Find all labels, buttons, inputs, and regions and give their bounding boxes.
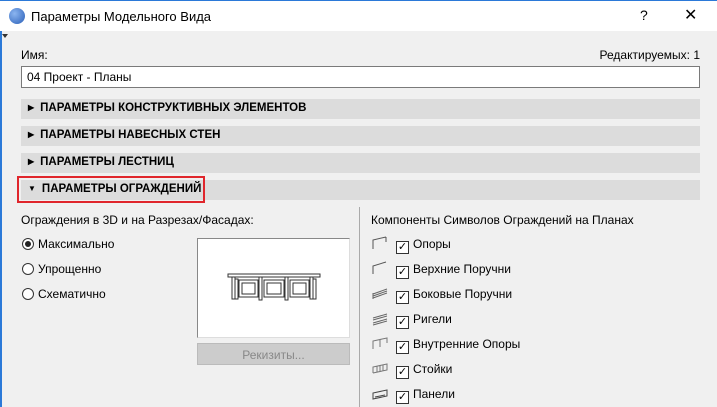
radio-label: Упрощенно [38,262,102,276]
chevron-right-icon: ▶ [28,130,35,139]
checkbox[interactable]: ✓ [396,291,409,304]
name-input[interactable]: 04 Проект - Планы [21,66,700,88]
panel-icon [372,389,388,400]
checkbox[interactable]: ✓ [396,366,409,379]
component-label: Боковые Поручни [413,287,513,301]
component-label: Верхние Поручни [413,262,511,276]
checkbox[interactable]: ✓ [396,266,409,279]
settings-button[interactable]: Рекизиты... [197,343,350,365]
section-label: ПАРАМЕТРЫ КОНСТРУКТИВНЫХ ЭЛЕМЕНТОВ [40,102,307,114]
close-button[interactable]: ✕ [684,5,697,25]
checkbox[interactable]: ✓ [396,316,409,329]
railing-preview-icon [227,273,321,301]
top-rail-icon [372,261,387,274]
collapse-triangle-icon[interactable] [2,34,8,38]
radio-simplified[interactable]: Упрощенно [22,262,101,276]
name-label: Имя: [21,48,48,62]
railings-3d-title: Ограждения в 3D и на Разрезах/Фасадах: [21,213,254,227]
component-label: Ригели [413,312,452,326]
checkbox[interactable]: ✓ [396,391,409,404]
editable-count: Редактируемых: 1 [599,48,700,62]
window-border [0,31,2,407]
title-bar: Параметры Модельного Вида ? ✕ [0,0,717,31]
component-label: Опоры [413,237,451,251]
radio-schematic[interactable]: Схематично [22,287,106,301]
inner-post-icon [372,337,388,349]
chevron-right-icon: ▶ [28,103,35,112]
component-label: Внутренние Опоры [413,337,521,351]
highlight-frame [17,176,205,203]
section-label: ПАРАМЕТРЫ ЛЕСТНИЦ [40,156,174,168]
components-title: Компоненты Символов Ограждений на Планах [371,213,634,227]
post-icon [372,236,387,249]
section-label: ПАРАМЕТРЫ НАВЕСНЫХ СТЕН [40,129,221,141]
checkbox[interactable]: ✓ [396,341,409,354]
radio-icon [22,288,34,300]
window-title: Параметры Модельного Вида [31,9,212,24]
handrail-icon [372,288,388,299]
help-button[interactable]: ? [640,7,648,23]
railing-preview [197,238,350,338]
radio-label: Схематично [38,287,106,301]
chevron-right-icon: ▶ [28,157,35,166]
divider [359,207,360,407]
radio-label: Максимально [38,237,115,251]
component-label: Панели [413,387,455,401]
section-stairs[interactable]: ▶ ПАРАМЕТРЫ ЛЕСТНИЦ [21,153,700,173]
radio-maximum[interactable]: Максимально [22,237,114,251]
rail-icon [372,313,388,326]
app-logo-icon [9,8,25,24]
section-curtain-walls[interactable]: ▶ ПАРАМЕТРЫ НАВЕСНЫХ СТЕН [21,126,700,146]
component-label: Стойки [413,362,453,376]
radio-icon [22,263,34,275]
radio-icon [22,238,34,250]
checkbox[interactable]: ✓ [396,241,409,254]
baluster-icon [372,363,388,374]
section-structural[interactable]: ▶ ПАРАМЕТРЫ КОНСТРУКТИВНЫХ ЭЛЕМЕНТОВ [21,99,700,119]
